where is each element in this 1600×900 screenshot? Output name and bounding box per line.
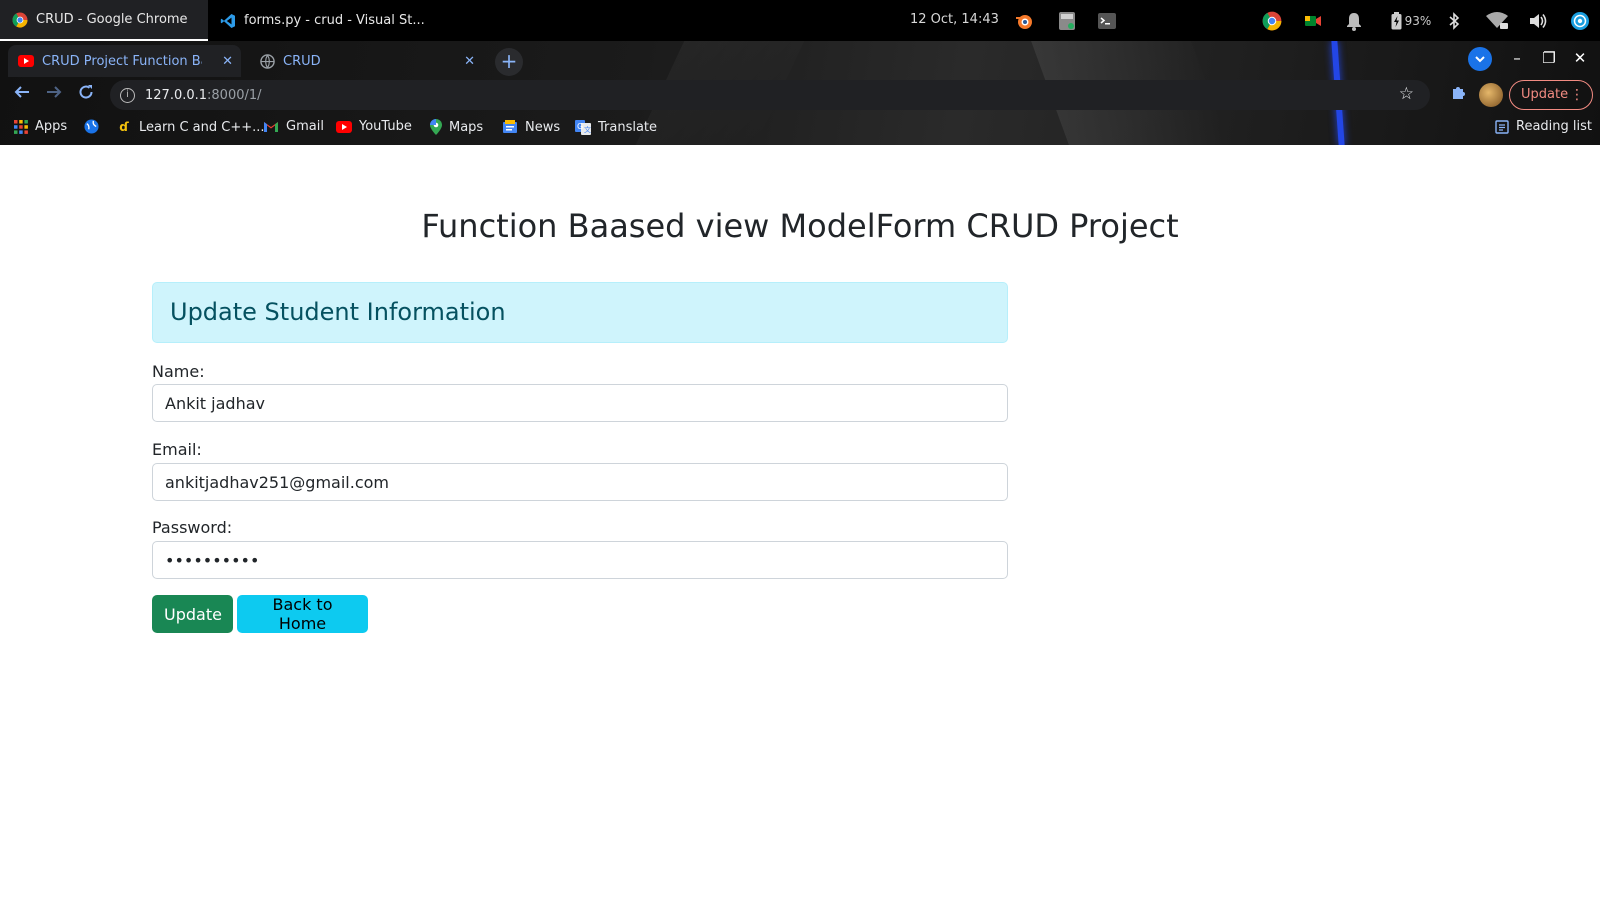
name-label: Name: — [152, 362, 205, 381]
tab-title: CRUD Project Function Based — [42, 53, 202, 69]
update-label: Update — [1521, 87, 1569, 102]
back-to-home-button[interactable]: Back to Home — [237, 595, 368, 633]
clock[interactable]: 12 Oct, 14:43 — [910, 12, 999, 27]
svg-text:文: 文 — [584, 125, 591, 134]
reading-list-label: Reading list — [1516, 119, 1592, 134]
bookmark-youtube[interactable]: YouTube — [336, 119, 412, 134]
launcher-icon[interactable] — [1568, 0, 1592, 41]
globe-icon — [84, 119, 99, 134]
bluetooth-icon[interactable] — [1444, 0, 1464, 41]
bookmark-learn-c[interactable]: ɗ Learn C and C++... — [116, 119, 265, 135]
taskbar-window-chrome[interactable]: CRUD - Google Chrome — [0, 0, 208, 41]
page-title: Function Baased view ModelForm CRUD Proj… — [421, 207, 1179, 245]
bookmark-label: Apps — [35, 119, 68, 134]
bookmarks-bar: Apps ɗ Learn C and C++... Gmail YouTube … — [0, 113, 1600, 145]
bookmark-translate[interactable]: G文 Translate — [575, 119, 657, 135]
learn-c-icon: ɗ — [119, 120, 129, 134]
bookmark-news[interactable]: News — [502, 119, 560, 135]
news-icon — [503, 120, 517, 133]
kebab-menu-icon[interactable]: ⋮ — [1570, 81, 1584, 109]
terminal-icon[interactable] — [1095, 0, 1119, 41]
translate-icon: G文 — [575, 120, 591, 135]
profile-avatar[interactable] — [1479, 83, 1503, 107]
os-taskbar: CRUD - Google Chrome forms.py - crud - V… — [0, 0, 1600, 41]
vscode-icon — [220, 13, 235, 28]
close-tab-icon[interactable]: ✕ — [464, 54, 475, 69]
update-chrome-button[interactable]: Update ⋮ — [1509, 80, 1593, 110]
password-field[interactable] — [152, 541, 1008, 579]
bookmark-label: Learn C and C++... — [139, 119, 265, 135]
browser-toolbar: i 127.0.0.1:8000/1/ ☆ Update ⋮ — [0, 77, 1600, 113]
maps-pin-icon — [430, 119, 442, 135]
web-page: Function Baased view ModelForm CRUD Proj… — [0, 145, 1600, 900]
youtube-icon — [336, 120, 352, 133]
close-window-button[interactable]: ✕ — [1570, 49, 1590, 67]
svg-text:G: G — [577, 122, 583, 131]
tab-search-button[interactable] — [1468, 47, 1492, 71]
close-tab-icon[interactable]: ✕ — [222, 54, 233, 69]
new-tab-button[interactable]: + — [495, 48, 523, 76]
wifi-icon[interactable] — [1484, 0, 1510, 41]
chrome-icon — [12, 12, 28, 28]
bookmark-label: Maps — [449, 119, 484, 135]
extensions-puzzle-icon[interactable] — [1450, 85, 1466, 105]
gmail-icon — [264, 121, 278, 132]
apps-grid-icon — [14, 119, 28, 134]
arrow-right-icon — [47, 86, 62, 98]
chrome-tray-icon[interactable] — [1260, 0, 1284, 41]
bookmark-label: YouTube — [359, 119, 412, 134]
reload-icon — [79, 85, 93, 99]
bookmark-globe[interactable] — [84, 119, 99, 134]
taskbar-window-title: CRUD - Google Chrome — [36, 12, 188, 27]
calculator-icon[interactable] — [1055, 0, 1079, 41]
volume-icon[interactable] — [1526, 0, 1550, 41]
meet-icon[interactable] — [1301, 0, 1325, 41]
url-path: :8000/1/ — [207, 87, 262, 103]
password-label: Password: — [152, 518, 233, 537]
bookmark-star-icon[interactable]: ☆ — [1399, 84, 1414, 104]
tab-crud-project[interactable]: CRUD Project Function Based ✕ — [8, 45, 241, 77]
reading-list-button[interactable]: Reading list — [1495, 119, 1592, 134]
bookmark-apps[interactable]: Apps — [14, 119, 67, 134]
tab-crud[interactable]: CRUD ✕ — [250, 45, 483, 77]
url-host: 127.0.0.1 — [145, 87, 208, 103]
arrow-left-icon — [14, 86, 29, 98]
name-field[interactable] — [152, 384, 1008, 422]
bookmark-label: Translate — [598, 119, 658, 135]
battery-icon — [1391, 11, 1402, 29]
restore-button[interactable]: ❐ — [1539, 49, 1559, 67]
bookmark-label: Gmail — [286, 119, 324, 134]
site-info-icon[interactable]: i — [120, 87, 135, 103]
update-info-alert: Update Student Information — [152, 282, 1008, 343]
bookmark-maps[interactable]: Maps — [430, 119, 483, 135]
forward-button[interactable] — [42, 83, 66, 107]
battery-indicator[interactable]: 93% — [1386, 0, 1436, 41]
bell-icon[interactable] — [1342, 0, 1366, 41]
update-button[interactable]: Update — [152, 595, 233, 633]
reload-button[interactable] — [74, 83, 98, 107]
tab-strip: CRUD Project Function Based ✕ CRUD ✕ + –… — [0, 41, 1600, 77]
bookmark-gmail[interactable]: Gmail — [263, 119, 324, 134]
reading-list-icon — [1495, 119, 1509, 134]
battery-percent: 93% — [1404, 13, 1432, 28]
youtube-icon — [18, 55, 34, 67]
taskbar-window-title: forms.py - crud - Visual St... — [244, 13, 425, 28]
taskbar-window-vscode[interactable]: forms.py - crud - Visual St... — [208, 0, 428, 41]
back-button[interactable] — [10, 83, 34, 107]
alert-heading: Update Student Information — [170, 298, 506, 326]
globe-icon — [260, 53, 275, 69]
tab-title: CRUD — [283, 53, 321, 69]
chevron-down-icon — [1475, 56, 1485, 63]
email-field[interactable] — [152, 463, 1008, 501]
bookmark-label: News — [525, 119, 561, 135]
email-label: Email: — [152, 440, 202, 459]
browser-chrome: CRUD Project Function Based ✕ CRUD ✕ + –… — [0, 41, 1600, 145]
blender-icon[interactable] — [1012, 0, 1036, 41]
minimize-button[interactable]: – — [1507, 49, 1527, 67]
address-bar[interactable]: i 127.0.0.1:8000/1/ ☆ — [110, 80, 1430, 110]
